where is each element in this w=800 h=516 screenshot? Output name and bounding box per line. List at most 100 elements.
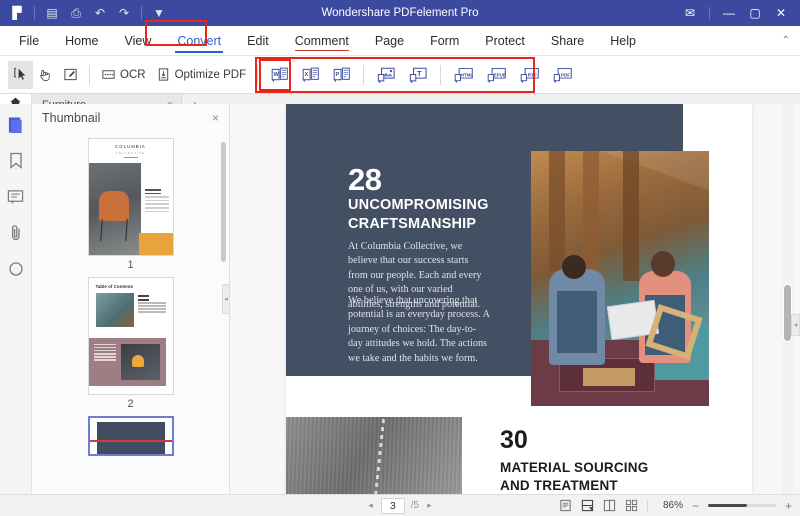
menu-item-edit[interactable]: Edit	[234, 30, 282, 52]
edit-annotation-button[interactable]	[58, 61, 83, 89]
sidebar-item-stamp[interactable]	[5, 258, 27, 280]
to-excel-button[interactable]: X	[295, 61, 326, 89]
to-html-button[interactable]: HTML	[447, 61, 480, 89]
print-icon[interactable]: ⎙	[65, 3, 87, 23]
undo-icon[interactable]: ↶	[89, 3, 111, 23]
text-line	[145, 207, 169, 209]
menu-item-comment[interactable]: Comment	[282, 30, 362, 52]
close-panel-icon[interactable]: ×	[212, 111, 219, 125]
previous-page-button[interactable]: ◂	[366, 500, 375, 511]
menu-item-convert[interactable]: Convert	[164, 30, 234, 52]
thumb2-band-photo	[121, 344, 160, 380]
menu-item-protect[interactable]: Protect	[472, 30, 538, 52]
ocr-button[interactable]: OCR	[96, 61, 151, 89]
head-2	[651, 251, 675, 277]
sidebar-item-attachment[interactable]	[5, 222, 27, 244]
thumbnail-page-1[interactable]: COLUMBIA COLLECTIVE	[88, 138, 174, 256]
apron-1	[557, 291, 597, 353]
thumb3-hero-band	[97, 422, 165, 454]
thumbnail-item[interactable]: Table of Contents	[32, 277, 229, 410]
sidebar-item-thumbnail[interactable]	[5, 114, 27, 136]
view-grid-button[interactable]	[625, 499, 638, 512]
hero-chapter-number: 28	[348, 162, 381, 198]
thumb2-content: Table of Contents	[89, 278, 173, 394]
current-page-input[interactable]: 3	[381, 498, 405, 514]
hand-tool-button[interactable]	[33, 61, 58, 89]
menu-item-page[interactable]: Page	[362, 30, 417, 52]
zoom-in-button[interactable]: +	[785, 500, 792, 512]
thumbnail-page-number: 1	[127, 259, 133, 271]
pdf-to-image-icon	[376, 66, 396, 84]
close-icon[interactable]: ✕	[768, 0, 794, 26]
pdf-to-text-icon: T	[408, 66, 428, 84]
divider	[257, 65, 258, 85]
optimize-pdf-label: Optimize PDF	[175, 69, 247, 81]
view-single-page-button[interactable]	[559, 499, 572, 512]
text-line	[138, 302, 166, 303]
to-word-button[interactable]: W	[264, 61, 295, 89]
lower-heading: MATERIAL SOURCINGAND TREATMENT	[500, 459, 648, 494]
document-panel-collapse-icon[interactable]: ◂	[791, 314, 800, 336]
save-icon[interactable]: ▤	[41, 3, 63, 23]
redo-icon[interactable]: ↷	[113, 3, 135, 23]
zoom-out-button[interactable]: −	[692, 500, 699, 512]
thumb3-content	[90, 418, 172, 454]
svg-text:T: T	[417, 68, 422, 77]
divider	[709, 7, 710, 20]
collapse-ribbon-icon[interactable]: ⌃	[782, 35, 790, 46]
thumbnail-scrollbar[interactable]	[221, 142, 226, 262]
maximize-icon[interactable]: ▢	[742, 0, 768, 26]
customize-dropdown-icon[interactable]: ▼	[148, 3, 170, 23]
thumbnail-panel-header: Thumbnail ×	[32, 104, 229, 132]
menu-item-form[interactable]: Form	[417, 30, 472, 52]
menu-item-help[interactable]: Help	[597, 30, 649, 52]
text-line	[145, 211, 169, 213]
pencil-square-icon	[63, 67, 78, 82]
quick-access-toolbar: ▛ ▤ ⎙ ↶ ↷ ▼	[6, 3, 170, 23]
sidebar-item-bookmark[interactable]	[5, 150, 27, 172]
text-line	[94, 353, 116, 354]
hero-heading-line1: UNCOMPROMISING	[348, 197, 489, 213]
window-controls: ✉ — ▢ ✕	[677, 0, 794, 26]
text-line	[94, 356, 116, 357]
lamp-shape	[132, 355, 144, 367]
thumb2-band	[89, 338, 166, 386]
menu-item-file[interactable]: File	[6, 30, 52, 52]
to-ppt-button[interactable]: P	[326, 61, 357, 89]
to-epub-button[interactable]: EPUB	[480, 61, 513, 89]
optimize-pdf-button[interactable]: Optimize PDF	[151, 61, 252, 89]
select-tool-button[interactable]	[8, 61, 33, 89]
pdf-to-ppt-icon: P	[332, 66, 351, 84]
thumb2-photo	[96, 293, 134, 327]
menu-item-home[interactable]: Home	[52, 30, 111, 52]
application-window: ▛ ▤ ⎙ ↶ ↷ ▼ Wondershare PDFelement Pro ✉…	[0, 0, 800, 516]
thumbnail-item[interactable]	[32, 416, 229, 456]
thumbnail-item[interactable]: COLUMBIA COLLECTIVE	[32, 138, 229, 271]
svg-text:EPUB: EPUB	[494, 72, 506, 77]
thumb1-accent-block	[139, 233, 173, 255]
next-page-button[interactable]: ▸	[425, 500, 434, 511]
to-rtf-button[interactable]: RTF	[513, 61, 546, 89]
mail-icon[interactable]: ✉	[677, 0, 703, 26]
to-pdfa-button[interactable]: PDF	[546, 61, 579, 89]
workshop-photo	[531, 151, 709, 406]
divider	[647, 500, 648, 512]
thumbnail-page-2[interactable]: Table of Contents	[88, 277, 174, 395]
panel-collapse-handle[interactable]: ◂	[222, 284, 230, 314]
zoom-level-label[interactable]: 86%	[657, 500, 683, 511]
to-text-button[interactable]: T	[402, 61, 434, 89]
zoom-slider[interactable]	[708, 504, 776, 507]
svg-text:W: W	[274, 71, 280, 77]
left-icon-rail	[0, 104, 32, 494]
document-view[interactable]: 28 UNCOMPROMISINGCRAFTSMANSHIP At Columb…	[230, 104, 800, 494]
to-image-button[interactable]	[370, 61, 402, 89]
menu-item-view[interactable]: View	[112, 30, 165, 52]
view-continuous-button[interactable]	[581, 499, 594, 512]
text-line	[94, 347, 116, 348]
menu-item-share[interactable]: Share	[538, 30, 597, 52]
thumbnail-page-3[interactable]	[88, 416, 174, 456]
thumbnail-list[interactable]: COLUMBIA COLLECTIVE	[32, 132, 229, 494]
minimize-icon[interactable]: —	[716, 0, 742, 26]
sidebar-item-comment[interactable]	[5, 186, 27, 208]
view-two-page-button[interactable]	[603, 499, 616, 512]
